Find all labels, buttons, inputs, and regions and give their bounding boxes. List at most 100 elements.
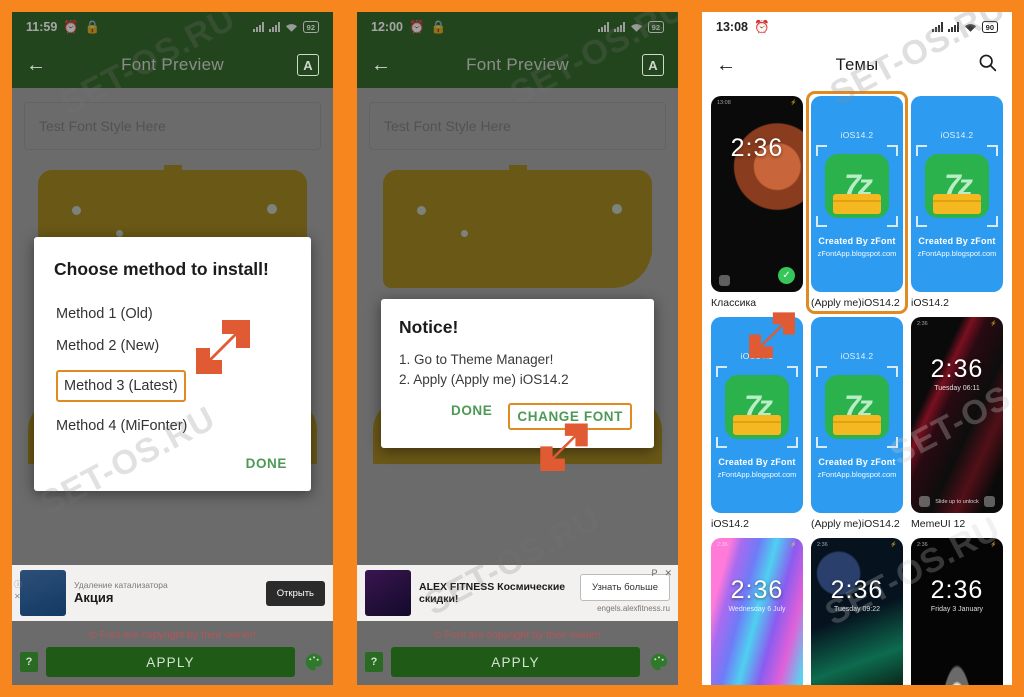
wifi-icon-3 xyxy=(964,23,976,32)
zfont-url-3: zFontApp.blogspot.com xyxy=(717,470,797,479)
panel-choose-method: 11:59 ⏰ 🔒 92 ← Font Preview A Test Font … xyxy=(0,0,345,697)
theme-label-3: iOS14.2 xyxy=(911,297,949,309)
wallpaper-date-5: Friday 3 January xyxy=(930,606,984,613)
themes-grid: 13:08 ⚡ 2:36 ✓ Классика iOS14.2 7z Creat… xyxy=(702,88,1012,685)
ad-thumbnail-2 xyxy=(365,570,411,616)
notice-dialog-title: Notice! xyxy=(399,317,459,337)
theme-card[interactable]: 13:08 ⚡ 2:36 ✓ Классика xyxy=(711,96,803,309)
tutorial-screenshot-strip: 11:59 ⏰ 🔒 92 ← Font Preview A Test Font … xyxy=(0,0,1024,697)
wallpaper-time: 2:36 xyxy=(730,134,784,162)
selected-check-icon: ✓ xyxy=(778,267,795,284)
zfont-credit-3: Created By zFont xyxy=(718,457,796,467)
zfont-url-2: zFontApp.blogspot.com xyxy=(917,249,997,258)
dialog-title: Choose method to install! xyxy=(54,259,269,279)
theme-thumbnail-9: 2:36 ⚡ 2:36 Friday 3 January xyxy=(911,538,1003,685)
battery-indicator-3: 90 xyxy=(981,21,998,33)
signal-bars-icon-5 xyxy=(931,22,943,32)
method-option-4-label: Method 4 (MiFonter) xyxy=(56,418,188,434)
dialog-done-button[interactable]: DONE xyxy=(246,456,287,471)
notice-line-2: 2. Apply (Apply me) iOS14.2 xyxy=(399,371,569,387)
alarm-clock-icon-3: ⏰ xyxy=(753,19,770,34)
method-option-1-label: Method 1 (Old) xyxy=(56,306,153,322)
theme-card-8[interactable]: 2:36 ⚡ 2:36 Tuesday 09:22 xyxy=(811,538,903,685)
panel-themes: 13:08 ⏰ 90 ← Темы 13:08 ⚡ 2:36 ✓ Классик… xyxy=(690,0,1024,697)
ad-thumbnail xyxy=(20,570,66,616)
zfont-version-4: iOS14.2 xyxy=(840,351,874,361)
theme-thumbnail: 13:08 ⚡ 2:36 ✓ xyxy=(711,96,803,292)
back-arrow-icon[interactable]: ← xyxy=(26,55,46,75)
panel-notice: 12:00 ⏰ 🔒 92 ← Font Preview A Test Font … xyxy=(345,0,690,697)
choose-method-dialog: Choose method to install! Method 1 (Old)… xyxy=(34,237,311,491)
info-icon[interactable]: ⓘ xyxy=(14,579,22,591)
ad-title: Акция xyxy=(74,589,114,605)
theme-card-9[interactable]: 2:36 ⚡ 2:36 Friday 3 January xyxy=(911,538,1003,685)
page-title-3: Темы xyxy=(835,55,879,74)
method-option-3[interactable]: Method 3 (Latest) xyxy=(56,370,186,402)
apply-button-2[interactable]: APPLY xyxy=(391,647,640,677)
theme-thumbnail-2: iOS14.2 7z Created By zFont zFontApp.blo… xyxy=(811,96,903,292)
ad-cta-button[interactable]: Открыть xyxy=(265,580,325,606)
phone-screen-1: 11:59 ⏰ 🔒 92 ← Font Preview A Test Font … xyxy=(12,12,333,685)
method-option-4[interactable]: Method 4 (MiFonter) xyxy=(54,410,291,442)
zfont-url-4: zFontApp.blogspot.com xyxy=(817,470,897,479)
theme-label-2: (Apply me)iOS14.2 xyxy=(811,297,903,309)
close-icon-2[interactable]: ✕ xyxy=(664,568,672,579)
phone-screen-3: 13:08 ⏰ 90 ← Темы 13:08 ⚡ 2:36 ✓ Классик… xyxy=(702,12,1012,685)
ad-url: engels.alexfitness.ru xyxy=(597,603,670,613)
zfont-version-2: iOS14.2 xyxy=(940,130,974,140)
font-size-icon-2[interactable]: A xyxy=(642,54,664,76)
theme-thumbnail-6: 2:36 ⚡ 2:36 Tuesday 06:11 Slide up to unl… xyxy=(911,317,1003,513)
font-size-icon[interactable]: A xyxy=(297,54,319,76)
wallpaper-date-4: Tuesday 09:22 xyxy=(833,606,881,613)
theme-label-6: MemeUI 12 xyxy=(911,518,966,530)
theme-label-5: (Apply me)iOS14.2 xyxy=(811,518,900,530)
notice-line-1: 1. Go to Theme Manager! xyxy=(399,352,554,367)
theme-card-7[interactable]: 2:36 ⚡ 2:36 Wednesday 6 July xyxy=(711,538,803,685)
close-icon[interactable]: ✕ xyxy=(14,591,22,603)
ad-banner-1[interactable]: ⓘ ✕ Удаление катализатора Акция Открыть xyxy=(12,565,333,621)
phone-screen-2: 12:00 ⏰ 🔒 92 ← Font Preview A Test Font … xyxy=(357,12,678,685)
theme-card-apply-me[interactable]: iOS14.2 7z Created By zFont zFontApp.blo… xyxy=(806,91,908,314)
annotation-arrow-up-right-icon-2 xyxy=(744,309,800,365)
wallpaper-time-3: 2:36 xyxy=(730,576,784,604)
wallpaper-time-5: 2:36 xyxy=(930,576,984,604)
ad-banner-2[interactable]: P ✕ ALEX FITNESS Космические скидки! Узн… xyxy=(357,565,678,621)
help-icon-2[interactable]: ? xyxy=(365,652,383,672)
theme-card-6[interactable]: 2:36 ⚡ 2:36 Tuesday 06:11 Slide up to unl… xyxy=(911,317,1003,530)
copyright-notice-2: © Font are copyright by their owner! xyxy=(433,629,602,641)
theme-card-3[interactable]: iOS14.2 7z Created By zFont zFontApp.blo… xyxy=(911,96,1003,309)
zfont-logo-icon: 7z xyxy=(816,145,898,227)
palette-icon[interactable] xyxy=(303,651,325,673)
palette-icon-2[interactable] xyxy=(648,651,670,673)
signal-bars-icon-6 xyxy=(947,22,959,32)
back-arrow-icon-3[interactable]: ← xyxy=(716,55,736,75)
help-icon[interactable]: ? xyxy=(20,652,38,672)
theme-thumbnail-8: 2:36 ⚡ 2:36 Tuesday 09:22 xyxy=(811,538,903,685)
status-bar-3: 13:08 ⏰ 90 xyxy=(702,12,1012,42)
theme-label: Классика xyxy=(711,297,757,309)
bottom-action-bar-2: ? APPLY xyxy=(357,643,678,681)
notice-dialog: Notice! 1. Go to Theme Manager! 2. Apply… xyxy=(381,299,654,449)
zfont-credit-4: Created By zFont xyxy=(818,457,896,467)
back-arrow-icon-2[interactable]: ← xyxy=(371,55,391,75)
search-icon[interactable] xyxy=(977,52,998,78)
ad-badge: P xyxy=(651,568,658,578)
apply-button[interactable]: APPLY xyxy=(46,647,295,677)
theme-thumbnail-7: 2:36 ⚡ 2:36 Wednesday 6 July xyxy=(711,538,803,685)
wallpaper-time-2: 2:36 xyxy=(930,355,984,383)
zfont-url: zFontApp.blogspot.com xyxy=(817,249,897,258)
zfont-credit: Created By zFont xyxy=(818,236,896,246)
bottom-action-bar-1: ? APPLY xyxy=(12,643,333,681)
ad-controls-2[interactable]: P ✕ xyxy=(651,568,672,579)
theme-card-5[interactable]: iOS14.2 7z Created By zFont zFontApp.blo… xyxy=(811,317,903,530)
wallpaper-date-3: Wednesday 6 July xyxy=(728,606,786,613)
wallpaper-date-2: Tuesday 06:11 xyxy=(934,385,980,392)
zfont-logo-icon-4: 7z xyxy=(816,366,898,448)
copyright-notice-1: © Font are copyright by their owner! xyxy=(88,629,257,641)
ad-controls-1[interactable]: ⓘ ✕ xyxy=(14,579,22,603)
theme-thumbnail-3: iOS14.2 7z Created By zFont zFontApp.blo… xyxy=(911,96,1003,292)
theme-thumbnail-5: iOS14.2 7z Created By zFont zFontApp.blo… xyxy=(811,317,903,513)
notice-done-button[interactable]: DONE xyxy=(451,403,492,430)
ad-title-2: ALEX FITNESS Космические скидки! xyxy=(419,580,566,605)
zfont-credit-2: Created By zFont xyxy=(918,236,996,246)
